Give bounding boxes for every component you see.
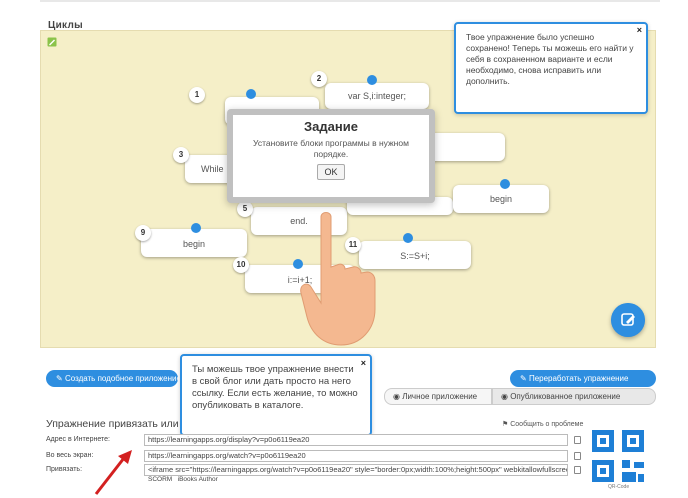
- block-text: var S,i:integer;: [347, 91, 407, 101]
- globe-icon: ◉: [501, 392, 511, 401]
- private-app-toggle[interactable]: ◉ Личное приложение: [384, 388, 492, 405]
- share-tooltip-text: Ты можешь твое упражнение внести в свой …: [192, 364, 358, 411]
- flag-icon: ⚑: [502, 421, 511, 428]
- ibooks-link[interactable]: iBooks Author: [178, 476, 218, 483]
- edit-icon[interactable]: [47, 37, 57, 47]
- page: Циклы 1 var S,i:integer; 2 While 3 end. …: [0, 0, 688, 498]
- block-pin[interactable]: [403, 233, 413, 243]
- block-number: 3: [173, 147, 189, 163]
- share-tooltip: × Ты можешь твое упражнение внести в сво…: [180, 354, 372, 436]
- dialog-title: Задание: [304, 119, 358, 134]
- qr-caption: QR-Code: [608, 484, 630, 490]
- saved-tooltip: × Твое упражнение было успешно сохранено…: [454, 22, 648, 114]
- close-icon[interactable]: ×: [361, 357, 366, 369]
- copy-icon[interactable]: [574, 452, 581, 460]
- program-block[interactable]: var S,i:integer;: [325, 83, 429, 109]
- embed-code-field[interactable]: <iframe src="https://learningapps.org/wa…: [144, 464, 568, 476]
- block-text: begin: [489, 194, 513, 204]
- pencil-icon: ✎: [56, 374, 65, 383]
- create-similar-label: Создать подобное приложение: [64, 374, 178, 383]
- block-pin[interactable]: [500, 179, 510, 189]
- fab-edit-button[interactable]: [611, 303, 645, 337]
- report-problem-link[interactable]: ⚑ Сообщить о проблеме: [502, 420, 583, 428]
- ok-button[interactable]: OK: [317, 164, 345, 180]
- block-pin[interactable]: [367, 75, 377, 85]
- qr-code[interactable]: [592, 430, 644, 482]
- block-number: 5: [237, 201, 253, 217]
- pencil-icon: ✎: [520, 374, 529, 383]
- hand-pointer-icon: [300, 212, 376, 346]
- block-number: 1: [189, 87, 205, 103]
- scorm-link[interactable]: SCORM: [148, 476, 172, 483]
- red-arrow-icon: [94, 450, 132, 495]
- url-field[interactable]: https://learningapps.org/display?v=p0o61…: [144, 434, 568, 446]
- task-dialog: Задание Установите блоки программы в нуж…: [227, 109, 435, 203]
- fullscreen-url-field[interactable]: https://learningapps.org/watch?v=p0o6119…: [144, 450, 568, 462]
- block-number: 10: [233, 257, 249, 273]
- url-label: Адрес в Интернете:: [46, 436, 110, 443]
- create-similar-button[interactable]: ✎ Создать подобное приложение: [46, 370, 178, 387]
- embed-label: Привязать:: [46, 466, 83, 473]
- close-icon[interactable]: ×: [637, 25, 642, 36]
- copy-icon[interactable]: [574, 436, 581, 444]
- saved-tooltip-text: Твое упражнение было успешно сохранено! …: [466, 32, 634, 86]
- public-label: Опубликованное приложение: [510, 392, 621, 401]
- dialog-message: Установите блоки программы в нужном поря…: [253, 138, 409, 159]
- program-block[interactable]: begin: [141, 229, 247, 257]
- eye-icon: ◉: [393, 392, 403, 401]
- fullscreen-label: Во весь экран:: [46, 452, 94, 459]
- report-label: Сообщить о проблеме: [510, 421, 584, 428]
- share-section-title: Упражнение привязать или: [46, 418, 179, 430]
- block-number: 9: [135, 225, 151, 241]
- private-label: Личное приложение: [402, 392, 478, 401]
- block-pin[interactable]: [191, 223, 201, 233]
- copy-icon[interactable]: [574, 466, 581, 474]
- block-text: begin: [182, 239, 206, 249]
- top-divider: [40, 0, 660, 2]
- block-number: 2: [311, 71, 327, 87]
- block-pin[interactable]: [246, 89, 256, 99]
- export-links: SCORM iBooks Author: [148, 476, 218, 483]
- program-block[interactable]: begin: [453, 185, 549, 213]
- rework-label: Переработать упражнение: [528, 374, 629, 383]
- public-app-toggle[interactable]: ◉ Опубликованное приложение: [492, 388, 656, 405]
- rework-button[interactable]: ✎ Переработать упражнение: [510, 370, 656, 387]
